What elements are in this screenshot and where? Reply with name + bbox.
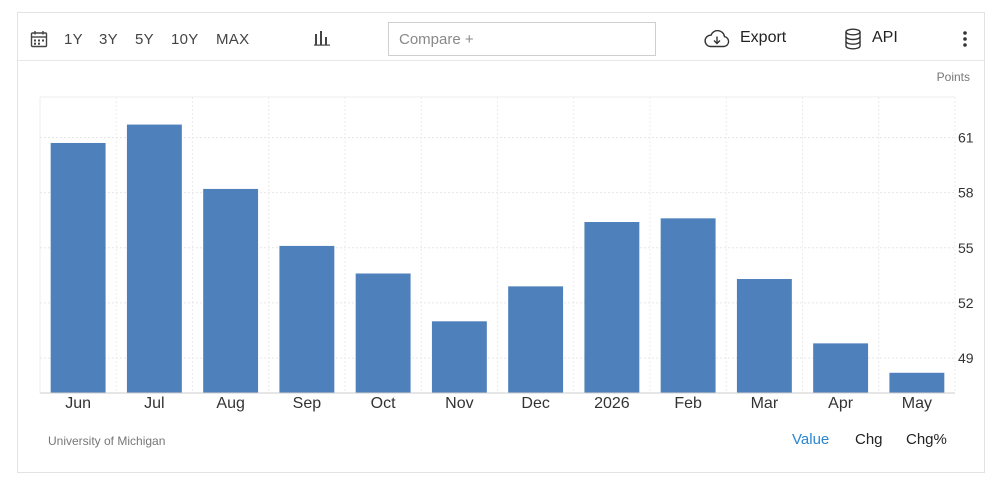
bar	[889, 372, 945, 393]
x-tick-label: 2026	[594, 395, 630, 412]
y-tick-label: 55	[958, 240, 974, 256]
bar	[736, 279, 792, 393]
bar	[355, 273, 411, 393]
bar	[279, 245, 335, 393]
bar	[584, 222, 640, 393]
x-tick-label: May	[902, 395, 932, 412]
bar	[508, 286, 564, 393]
bar	[203, 188, 259, 393]
bar	[431, 321, 487, 393]
bar	[660, 218, 716, 393]
x-tick-label: Sep	[293, 395, 322, 412]
x-tick-label: Nov	[445, 395, 473, 412]
bar-chart: 49 52 55 58 61 Jun Jul Aug Sep Oct Nov Dec 2026 Feb Ma…	[39, 96, 974, 412]
x-tick-label: Mar	[751, 395, 779, 412]
x-tick-label: Jul	[144, 395, 164, 412]
x-tick-label: Feb	[674, 395, 702, 412]
y-tick-label: 61	[958, 129, 974, 145]
bar	[126, 124, 182, 393]
x-tick-label: Oct	[371, 395, 396, 412]
bar	[50, 142, 106, 393]
x-tick-label: Dec	[521, 395, 549, 412]
x-tick-label: Aug	[216, 395, 244, 412]
y-tick-label: 52	[958, 295, 974, 311]
x-tick-label: Apr	[828, 395, 854, 412]
y-tick-label: 58	[958, 185, 974, 201]
bar	[813, 343, 869, 393]
x-tick-label: Jun	[65, 395, 91, 412]
y-tick-label: 49	[958, 350, 974, 366]
